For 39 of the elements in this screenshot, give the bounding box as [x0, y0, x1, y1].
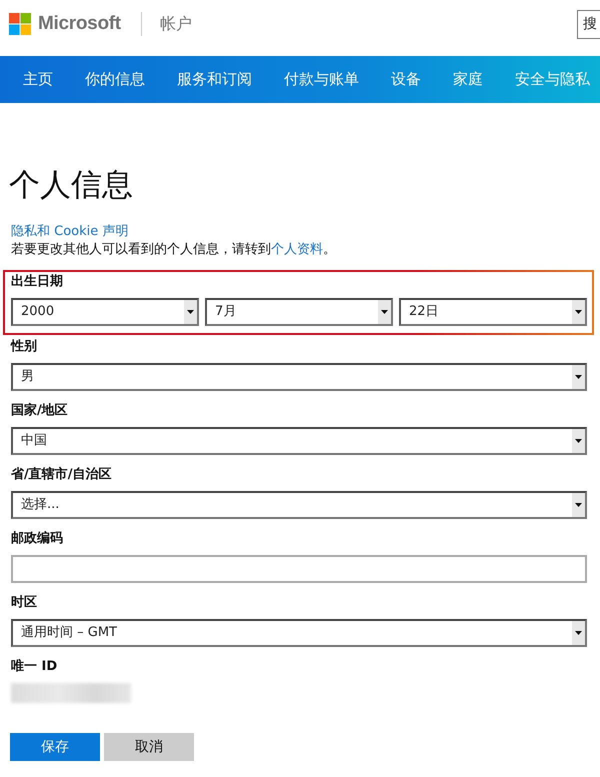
caret-icon: [572, 300, 585, 324]
caret-icon: [378, 300, 391, 324]
profile-link[interactable]: 个人资料: [271, 242, 323, 257]
nav-item[interactable]: 主页: [23, 70, 53, 89]
dropdown-field[interactable]: 选择...: [11, 491, 587, 519]
nav-item[interactable]: 家庭: [453, 70, 483, 89]
caret-icon: [572, 365, 585, 389]
caret-icon: [184, 300, 197, 324]
field-label: 唯一 ID: [11, 658, 58, 676]
field-label: 出生日期: [11, 273, 64, 291]
caret-icon: [572, 621, 585, 645]
logo-icon: [9, 13, 31, 35]
field-label: 邮政编码: [11, 530, 64, 548]
nav-item[interactable]: 安全与隐私: [515, 70, 590, 89]
cancel-button[interactable]: 取消: [104, 733, 194, 761]
field-label: 时区: [11, 594, 38, 612]
field-label: 性别: [11, 338, 38, 356]
field-label: 省/直辖市/自治区: [11, 466, 112, 484]
field-label: 国家/地区: [11, 402, 69, 420]
save-button[interactable]: 保存: [10, 733, 100, 761]
year-dropdown[interactable]: 2000: [11, 298, 199, 326]
search-button[interactable]: 搜: [577, 10, 600, 38]
privacy-link[interactable]: 隐私和 Cookie 声明: [11, 223, 128, 241]
month-dropdown[interactable]: 7月: [205, 298, 393, 326]
dropdown-field[interactable]: 通用时间 – GMT: [11, 619, 587, 647]
dropdown-field[interactable]: 中国: [11, 427, 587, 455]
dropdown-field[interactable]: 男: [11, 363, 587, 391]
nav-item[interactable]: 付款与账单: [284, 70, 359, 89]
page-title: 个人信息: [9, 166, 134, 205]
nav-item[interactable]: 设备: [391, 70, 421, 89]
caret-icon: [572, 429, 585, 453]
section-title: 帐户: [160, 14, 192, 34]
day-dropdown[interactable]: 22日: [399, 298, 587, 326]
input-field[interactable]: [11, 555, 587, 583]
note-text: 若要更改其他人可以看到的个人信息，请转到个人资料。: [11, 241, 337, 259]
caret-icon: [572, 493, 585, 517]
nav-item[interactable]: 服务和订阅: [177, 70, 252, 89]
nav-item[interactable]: 你的信息: [85, 70, 145, 89]
brand-name: Microsoft: [38, 13, 121, 35]
